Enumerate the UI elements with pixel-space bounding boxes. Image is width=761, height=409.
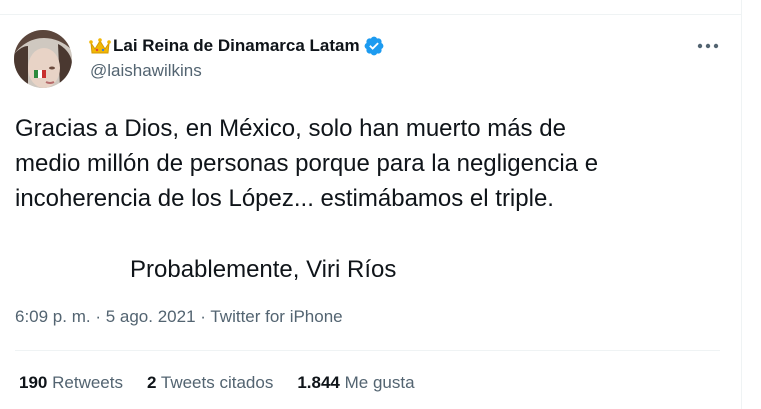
likes-stat[interactable]: 1.844 Me gusta (297, 373, 414, 393)
engagement-stats: 190 Retweets 2 Tweets citados 1.844 Me g… (19, 373, 439, 393)
meta-separator: · (195, 307, 211, 326)
tweet-meta: 6:09 p. m. · 5 ago. 2021 · Twitter for i… (15, 307, 343, 327)
author-handle[interactable]: @laishawilkins (90, 61, 202, 81)
tweet-body: Gracias a Dios, en México, solo han muer… (15, 111, 715, 216)
column-border (741, 0, 742, 409)
verified-badge-icon (364, 36, 383, 56)
avatar[interactable] (14, 30, 72, 88)
tweet-time-link[interactable]: 6:09 p. m. (15, 307, 91, 326)
retweets-count: 190 (19, 373, 48, 392)
author-name-row[interactable]: Lai Reina de Dinamarca Latam (89, 36, 385, 56)
tweet-detail: Lai Reina de Dinamarca Latam @laishawilk… (0, 0, 761, 409)
tweet-date-link[interactable]: 5 ago. 2021 (106, 307, 196, 326)
top-divider (0, 14, 741, 15)
quotes-stat[interactable]: 2 Tweets citados (147, 373, 273, 393)
crown-icon (89, 38, 111, 54)
tweet-line: Gracias a Dios, en México, solo han muer… (15, 115, 566, 142)
quotes-label: Tweets citados (160, 373, 274, 392)
tweet-line: incoherencia de los López... estimábamos… (15, 185, 554, 212)
tweet-source-link[interactable]: Twitter for iPhone (210, 307, 342, 326)
more-options-button[interactable] (695, 36, 721, 56)
tweet-signature: Probablemente, Viri Ríos (130, 256, 397, 283)
author-display-name: Lai Reina de Dinamarca Latam (113, 36, 360, 55)
quotes-count: 2 (146, 373, 157, 392)
retweets-label: Retweets (52, 373, 123, 392)
tweet-line: medio millón de personas porque para la … (15, 150, 599, 177)
avatar-image (14, 30, 72, 88)
likes-count: 1.844 (297, 373, 340, 392)
meta-separator: · (90, 307, 106, 326)
retweets-stat[interactable]: 190 Retweets (19, 373, 123, 393)
stats-divider (15, 350, 720, 351)
more-icon (697, 43, 719, 49)
likes-label: Me gusta (344, 373, 415, 392)
